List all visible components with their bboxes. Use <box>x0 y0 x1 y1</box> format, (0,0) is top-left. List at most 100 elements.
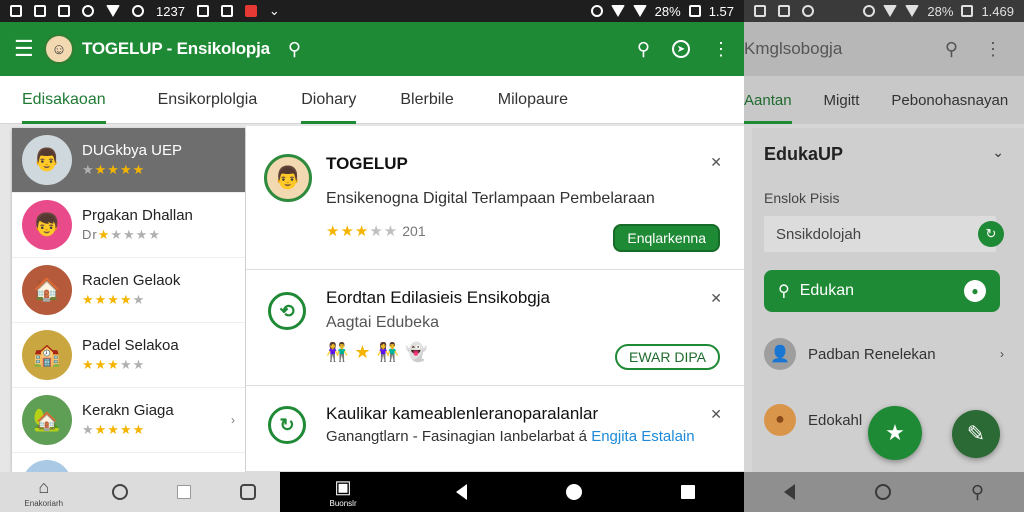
tab-edisakaoan[interactable]: Edisakaoan <box>0 76 128 124</box>
avatar[interactable]: ☺ <box>44 34 74 64</box>
tab-diohary[interactable]: Diohary <box>279 76 378 124</box>
chevron-right-icon: › <box>1000 347 1004 361</box>
village-thumbnail: 🏡 <box>22 395 72 445</box>
list-item[interactable]: 🏠 Raclen Gelaok ★★★★★ <box>12 258 245 323</box>
edit-fab[interactable]: ✎ <box>952 410 1000 458</box>
avatar: 👨 <box>22 135 72 185</box>
search-input[interactable]: ⚲ Edukan ● <box>764 270 1000 312</box>
gallery-icon <box>778 5 790 17</box>
tab-milopaure[interactable]: Milopaure <box>476 76 590 124</box>
list-item[interactable]: 🏡 Kerakn Giaga ★★★★★ › <box>12 388 245 453</box>
field-value: Snsikdolojah <box>776 225 862 243</box>
list-item-title: Kerakn Giaga <box>82 402 174 419</box>
cookie-icon: ● <box>764 404 796 436</box>
recents-icon[interactable] <box>680 485 695 499</box>
install-button[interactable]: Enqlarkenna <box>613 224 720 252</box>
item-list: 👨 DUGkbya UEP ★★★★★ 👦 Prgakan Dhallan Dr… <box>12 128 245 472</box>
card-title: Eordtan Edilasieis Ensikobgja <box>326 288 550 307</box>
notification-icon <box>802 5 814 17</box>
thumbnail <box>22 460 72 472</box>
list-item[interactable]: 🏫 Padel Selakoa ★★★★★ <box>12 323 245 388</box>
tab-pebonohasnayan[interactable]: Pebonohasnayan <box>875 92 1024 109</box>
star-rating: ★★★★★ <box>82 357 146 372</box>
favorite-fab[interactable]: ★ <box>868 406 922 460</box>
card-title: Kaulikar kameablenleranoparalanlar <box>326 404 599 423</box>
home-icon: ⌂ <box>38 476 50 497</box>
location-icon <box>590 5 603 17</box>
search-icon[interactable] <box>111 484 128 500</box>
system-nav-bar-right: ⚲ <box>744 472 1024 512</box>
tab-ensikorplolgia[interactable]: Ensikorplolgia <box>136 76 280 124</box>
right-tab-bar: Aantan Migitt Pebonohasnayan <box>744 76 1024 124</box>
refresh-icon[interactable]: ↻ <box>978 221 1004 247</box>
list-item[interactable]: 👨 DUGkbya UEP ★★★★★ <box>12 128 245 193</box>
card-subtitle: Ganangtlarn - Fasinagian Ianbelarbat á E… <box>326 428 695 445</box>
search-icon: ⚲ <box>778 283 790 300</box>
go-icon[interactable]: ● <box>964 280 986 302</box>
message-icon <box>58 5 70 17</box>
search-icon[interactable]: ⚲ <box>288 39 301 60</box>
search-icon[interactable]: ⚲ <box>637 39 650 60</box>
signal-icon <box>905 5 920 17</box>
back-icon[interactable] <box>455 484 467 500</box>
home-icon[interactable] <box>565 484 582 500</box>
person-icon: 👤 <box>764 338 796 370</box>
wifi-icon <box>610 5 625 17</box>
app-bar: ☰ ☺ TOGELUP - Ensikolopja ⚲ ⚲ ➤ ⋮ <box>0 22 744 76</box>
photo-icon <box>754 5 766 17</box>
recents-icon[interactable] <box>176 485 191 499</box>
app-card[interactable]: ↻ ✕ Kaulikar kameablenleranoparalanlar G… <box>246 386 744 472</box>
chevron-down-icon[interactable]: ⌄ <box>992 144 1004 161</box>
close-icon[interactable]: ✕ <box>710 290 722 307</box>
home-button[interactable]: ⌂ Enakoriarh <box>24 477 63 508</box>
app-button[interactable]: ▣ Buonslr <box>329 477 356 508</box>
star-rating: ★★★★★ <box>82 422 146 437</box>
compass-icon[interactable]: ➤ <box>672 40 690 58</box>
list-item-title: Prgakan Dhallan <box>82 207 193 224</box>
bottom-nav-left: ⌂ Enakoriarh <box>0 472 280 512</box>
status-time-right: 1.57 <box>708 3 734 19</box>
list-item-title: Raclen Gelaok <box>82 272 181 289</box>
character-icons: 👫 ★ 👫 👻 <box>326 342 428 362</box>
avatar: 👨 <box>264 154 312 202</box>
tab-aantan[interactable]: Aantan <box>744 92 808 124</box>
right-title: Kmglsobogja <box>744 39 843 58</box>
card-list: 👨 ✕ TOGELUP Ensikenogna Digital Terlampa… <box>246 126 744 472</box>
app-icon: ▣ <box>334 476 352 497</box>
close-icon[interactable]: ✕ <box>710 154 722 171</box>
more-icon[interactable]: ⋮ <box>984 39 1002 60</box>
list-item[interactable] <box>12 453 245 472</box>
alarm-icon <box>132 5 144 17</box>
more-icon[interactable]: › <box>231 413 235 427</box>
wifi-icon <box>106 5 120 17</box>
battery-percent: 28% <box>654 3 681 19</box>
status-bar-right: 28% 1.469 <box>744 0 1024 22</box>
star-rating: ★★★★★ <box>82 292 146 307</box>
category-field[interactable]: Snsikdolojah ↻ <box>764 216 1004 252</box>
app-card[interactable]: 👨 ✕ TOGELUP Ensikenogna Digital Terlampa… <box>246 126 744 270</box>
tab-blerbile[interactable]: Blerbile <box>378 76 475 124</box>
search-value: Edukan <box>799 282 854 299</box>
gallery-icon <box>220 5 233 17</box>
tab-bar: Edisakaoan Ensikorplolgia Diohary Blerbi… <box>0 76 744 124</box>
search-icon[interactable]: ⚲ <box>945 39 958 60</box>
menu-icon[interactable]: ☰ <box>14 36 38 62</box>
more-icon[interactable]: ⋮ <box>712 39 730 60</box>
tab-migitt[interactable]: Migitt <box>808 92 876 109</box>
back-icon[interactable] <box>783 484 795 500</box>
app-card[interactable]: ⟲ ✕ Eordtan Edilasieis Ensikobgja Aagtai… <box>246 270 744 386</box>
card-link[interactable]: Engjita Estalain <box>591 428 694 445</box>
home-icon[interactable] <box>874 484 891 500</box>
status-time: 1.469 <box>981 3 1014 19</box>
screen: 1237 ⌄ 28% 1.57 28% 1.469 ☰ ☺ TOGELUP - … <box>0 0 1024 512</box>
list-item[interactable]: 👤 Padban Renelekan › <box>764 334 1004 374</box>
list-item[interactable]: 👦 Prgakan Dhallan Dr★★★★★ <box>12 193 245 258</box>
house-thumbnail: 🏠 <box>22 265 72 315</box>
action-button[interactable]: EWAR DIPA <box>614 344 720 370</box>
photo-icon <box>10 5 22 17</box>
camera-icon[interactable] <box>239 484 256 500</box>
search-icon[interactable]: ⚲ <box>971 482 984 503</box>
close-icon[interactable]: ✕ <box>710 406 722 423</box>
signal-icon <box>632 5 647 17</box>
battery-icon <box>961 5 974 17</box>
